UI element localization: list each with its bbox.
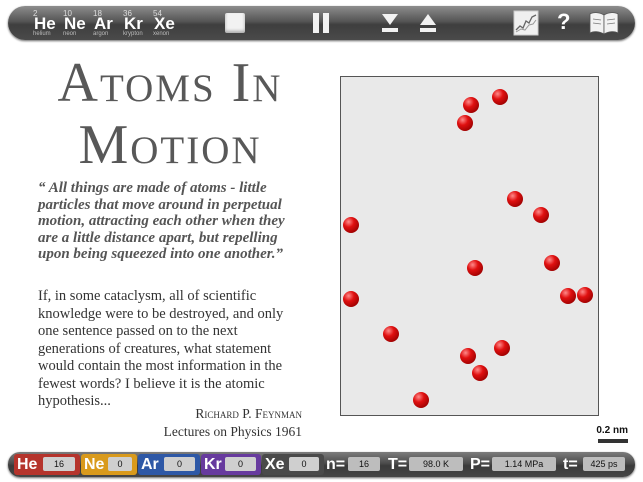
atom [457,115,473,131]
atom [472,365,488,381]
top-toolbar: 2 He helium 10 Ne neon 18 Ar argon 36 Kr… [8,6,635,40]
count-value: 0 [289,457,319,471]
element-symbol: He [34,14,56,33]
atom [544,255,560,271]
time-value: 425 ps [583,457,625,471]
atom [467,260,483,276]
title-line-2: Motion [78,114,262,176]
body-paragraph: If, in some cataclysm, all of scientific… [38,288,284,409]
heat-up-icon[interactable] [415,10,441,36]
status-bar: He 16 Ne 0 Ar 0 Kr 0 Xe 0 n= 16 T= 98.0 … [8,452,635,477]
count-value: 0 [164,457,195,471]
time-label: t= [563,456,578,473]
neon-count: Ne 0 [81,454,137,475]
atom [383,326,399,342]
atom [343,291,359,307]
book-icon[interactable] [588,10,620,36]
element-name: neon [63,31,77,37]
xenon-button[interactable]: 54 Xe xenon [152,9,181,38]
count-value: 0 [225,457,256,471]
graph-icon[interactable] [513,10,539,36]
pressure-value: 1.14 MPa [492,457,556,471]
element-name: argon [93,31,109,37]
element-symbol: He [17,456,38,473]
count-value: 0 [108,457,132,471]
element-symbol: Ne [84,456,105,473]
count-value: 16 [43,457,75,471]
atom [463,97,479,113]
krypton-count: Kr 0 [201,454,261,475]
krypton-button[interactable]: 36 Kr krypton [122,9,151,38]
argon-count: Ar 0 [138,454,200,475]
helium-button[interactable]: 2 He helium [32,9,61,38]
temperature-label: T= [388,456,408,473]
pressure-label: P= [470,456,491,473]
page-title: Atoms In Motion [30,52,310,176]
atom [343,217,359,233]
scale-label: 0.2 nm [596,425,628,436]
feynman-quote: “ All things are made of atoms - little … [38,180,285,262]
element-name: helium [33,31,51,37]
neon-button[interactable]: 10 Ne neon [62,9,91,38]
pause-icon[interactable] [308,10,334,36]
atom [533,207,549,223]
title-line-1: Atoms In [57,52,283,114]
atom [507,191,523,207]
element-symbol: Ar [94,14,113,33]
cool-down-icon[interactable] [377,10,403,36]
atom [460,348,476,364]
element-symbol: Kr [124,14,143,33]
attribution-author: Richard P. Feynman [195,406,302,421]
atom [494,340,510,356]
atom [560,288,576,304]
n-label: n= [326,456,346,473]
element-symbol: Xe [154,14,175,33]
element-symbol: Ne [64,14,86,33]
attribution-source: Lectures on Physics 1961 [163,424,302,439]
element-name: xenon [153,31,170,37]
atom [492,89,508,105]
temperature-value: 98.0 K [409,457,463,471]
atom [413,392,429,408]
element-symbol: Kr [204,456,222,473]
atom [577,287,593,303]
scale-bar [598,439,628,443]
element-symbol: Ar [141,456,159,473]
help-icon[interactable]: ? [552,9,578,36]
element-name: krypton [123,31,143,37]
simulation-box[interactable] [340,76,599,416]
argon-button[interactable]: 18 Ar argon [92,9,121,38]
xenon-count: Xe 0 [262,454,324,475]
element-symbol: Xe [265,456,285,473]
stop-icon[interactable] [222,10,248,36]
n-value: 16 [348,457,380,471]
helium-count: He 16 [14,454,80,475]
